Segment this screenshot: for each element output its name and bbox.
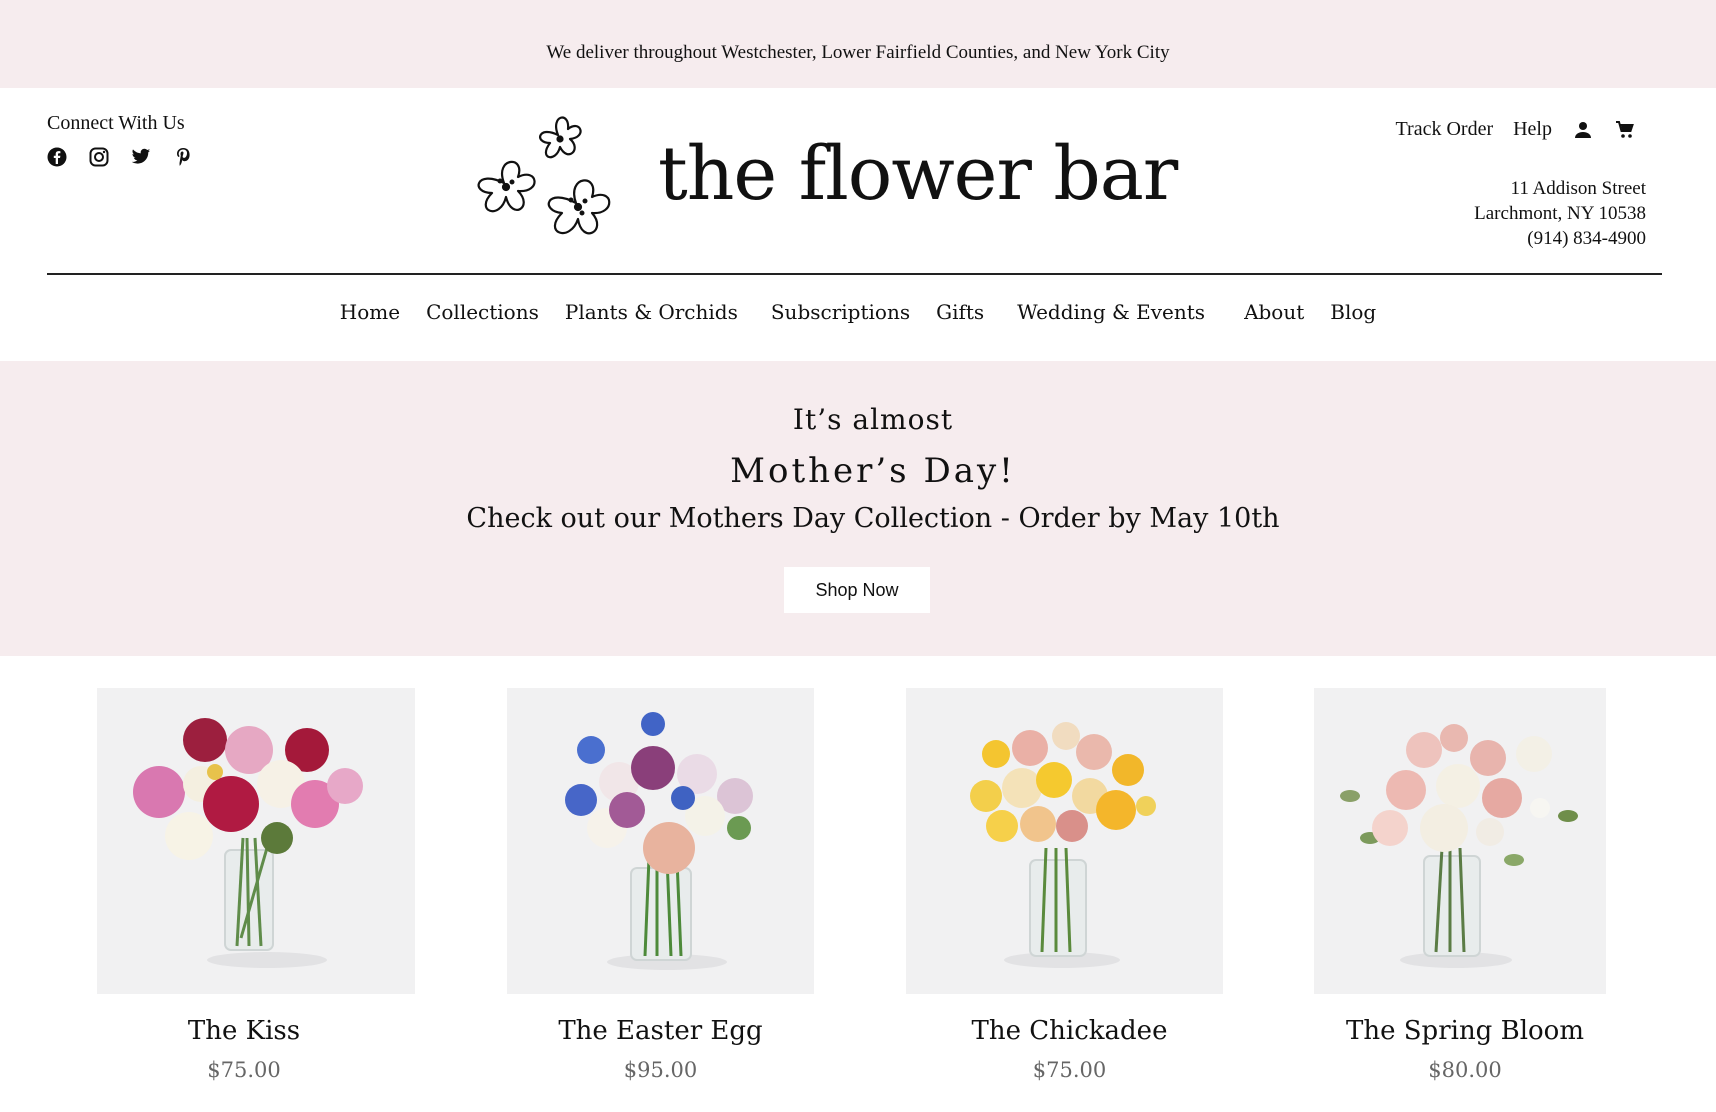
- announcement-text: We deliver throughout Westchester, Lower…: [546, 42, 1170, 63]
- product-card[interactable]: The Chickadee $75.00: [906, 688, 1223, 1082]
- track-order-link[interactable]: Track Order: [1396, 118, 1494, 141]
- social-links: [47, 147, 193, 167]
- product-name[interactable]: The Spring Bloom: [1324, 1016, 1606, 1046]
- product-price: $95.00: [623, 1058, 698, 1082]
- nav-item-about[interactable]: About: [1244, 300, 1304, 324]
- brand-logo[interactable]: the flower bar: [474, 113, 1178, 248]
- facebook-icon[interactable]: [47, 147, 67, 167]
- address-city: Larchmont, NY 10538: [1474, 203, 1646, 224]
- product-card[interactable]: The Easter Egg $95.00: [507, 688, 814, 1082]
- product-name[interactable]: The Easter Egg: [507, 1016, 814, 1046]
- shop-now-button[interactable]: Shop Now: [784, 567, 930, 613]
- product-image[interactable]: [1314, 688, 1606, 994]
- hero-title: Mother’s Day!: [730, 451, 1016, 491]
- product-name[interactable]: The Chickadee: [916, 1016, 1223, 1046]
- instagram-icon[interactable]: [89, 147, 109, 167]
- flower-logo-icon: [477, 116, 611, 235]
- nav-item-plants-orchids[interactable]: Plants & Orchids: [565, 300, 738, 324]
- address-phone[interactable]: (914) 834-4900: [1474, 226, 1646, 251]
- address-street: 11 Addison Street: [1510, 178, 1646, 199]
- nav-item-subscriptions[interactable]: Subscriptions: [771, 300, 910, 324]
- nav-item-collections[interactable]: Collections: [426, 300, 539, 324]
- product-price: $80.00: [1428, 1058, 1502, 1082]
- help-link[interactable]: Help: [1513, 118, 1552, 141]
- utility-links: Track Order Help: [1396, 118, 1636, 141]
- nav-item-home[interactable]: Home: [340, 300, 400, 324]
- product-image[interactable]: [906, 688, 1223, 994]
- product-card[interactable]: The Kiss $75.00: [97, 688, 415, 1082]
- nav-item-blog[interactable]: Blog: [1330, 300, 1376, 324]
- nav-item-gifts[interactable]: Gifts: [936, 300, 984, 324]
- product-card[interactable]: The Spring Bloom $80.00: [1314, 688, 1606, 1082]
- product-image[interactable]: [97, 688, 415, 994]
- brand-name: the flower bar: [658, 131, 1178, 217]
- announcement-bar: We deliver throughout Westchester, Lower…: [0, 0, 1716, 88]
- nav-item-wedding-events[interactable]: Wedding & Events: [1017, 300, 1205, 324]
- product-image[interactable]: [507, 688, 814, 994]
- main-nav: Home Collections Plants & Orchids Subscr…: [0, 300, 1716, 324]
- header-divider: [47, 273, 1662, 275]
- product-price: $75.00: [1032, 1058, 1107, 1082]
- site-header: Connect With Us the flower bar Track Ord…: [0, 88, 1716, 278]
- hero-subtitle: Check out our Mothers Day Collection - O…: [466, 503, 1280, 534]
- cart-icon[interactable]: [1614, 119, 1636, 141]
- twitter-icon[interactable]: [131, 147, 151, 167]
- product-name[interactable]: The Kiss: [73, 1016, 415, 1046]
- hero-banner: It’s almost Mother’s Day! Check out our …: [0, 361, 1716, 656]
- account-icon[interactable]: [1572, 119, 1594, 141]
- hero-eyebrow: It’s almost: [792, 403, 954, 436]
- store-address: 11 Addison Street Larchmont, NY 10538 (9…: [1474, 176, 1646, 251]
- product-price: $75.00: [207, 1058, 281, 1082]
- pinterest-icon[interactable]: [173, 147, 193, 167]
- connect-label: Connect With Us: [47, 112, 185, 134]
- connect-section: Connect With Us: [47, 112, 193, 167]
